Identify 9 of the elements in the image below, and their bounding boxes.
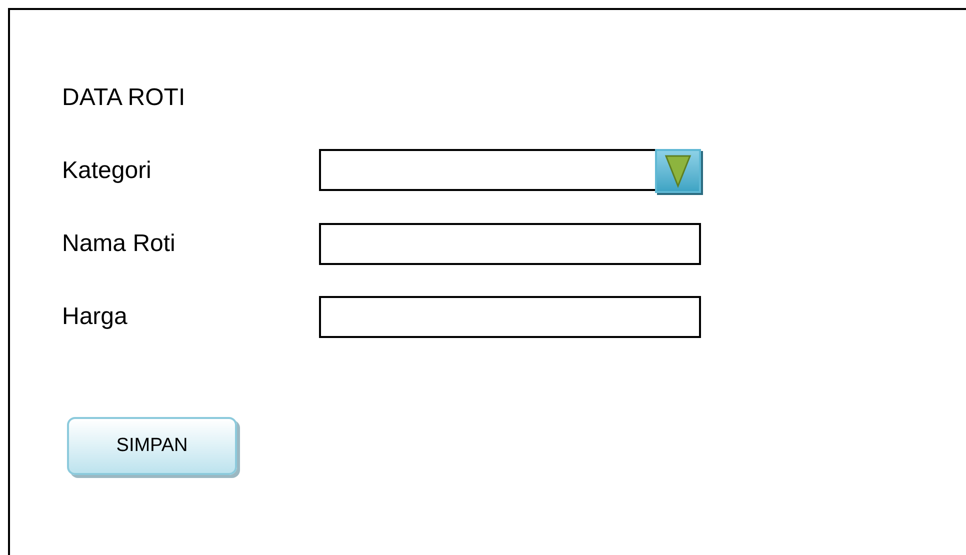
save-button[interactable]: SIMPAN: [67, 417, 237, 475]
input-field[interactable]: [319, 296, 701, 338]
field-label: Harga: [62, 302, 128, 332]
dropdown-button[interactable]: [655, 149, 701, 193]
field-label: Kategori: [62, 156, 152, 186]
caret-icon: [664, 154, 692, 188]
input-field[interactable]: [319, 223, 701, 265]
field-label: Nama Roti: [62, 229, 176, 259]
form-title: DATA ROTI: [62, 86, 186, 110]
